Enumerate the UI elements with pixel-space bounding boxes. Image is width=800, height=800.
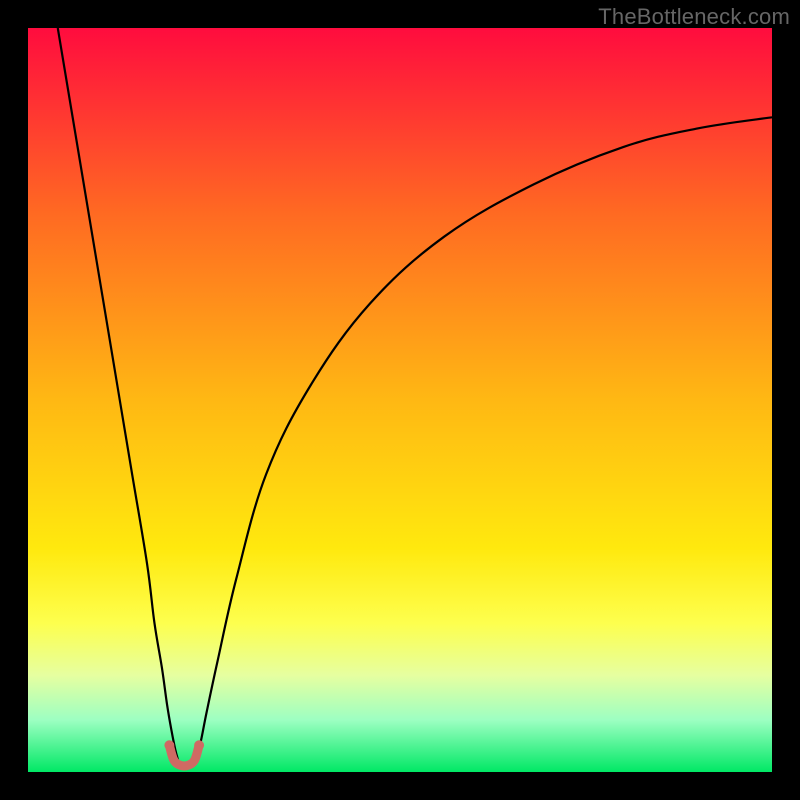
gradient-background [28,28,772,772]
chart-svg [28,28,772,772]
chart-frame: TheBottleneck.com [0,0,800,800]
valley-end-dot [194,740,204,750]
plot-area [28,28,772,772]
valley-end-dot [164,740,174,750]
watermark-label: TheBottleneck.com [598,4,790,30]
